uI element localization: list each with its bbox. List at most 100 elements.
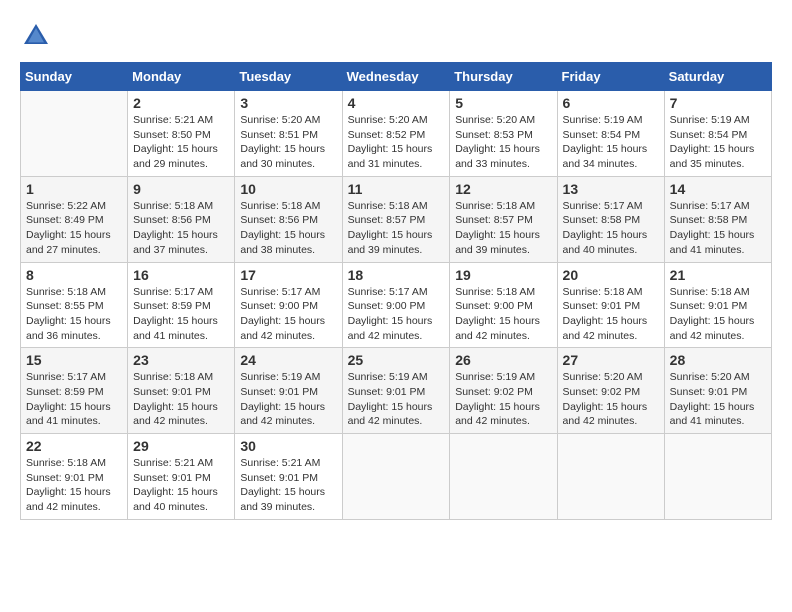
calendar-day-cell: 10 Sunrise: 5:18 AMSunset: 8:56 PMDayligh…	[235, 176, 342, 262]
day-info: Sunrise: 5:21 AMSunset: 8:50 PMDaylight:…	[133, 113, 229, 172]
day-info: Sunrise: 5:18 AMSunset: 9:01 PMDaylight:…	[26, 456, 122, 515]
day-number: 28	[670, 352, 766, 368]
day-number: 30	[240, 438, 336, 454]
calendar-day-cell: 19Sunrise: 5:18 AMSunset: 9:00 PMDayligh…	[450, 262, 557, 348]
day-number: 16	[133, 267, 229, 283]
calendar-day-cell: 30 Sunrise: 5:21 AMSunset: 9:01 PMDayligh…	[235, 434, 342, 520]
calendar-day-cell: 14 Sunrise: 5:17 AMSunset: 8:58 PMDayligh…	[664, 176, 771, 262]
calendar-week-row: 15 Sunrise: 5:17 AMSunset: 8:59 PMDayligh…	[21, 348, 772, 434]
calendar-day-cell	[21, 91, 128, 177]
calendar-day-cell: 17 Sunrise: 5:17 AMSunset: 9:00 PMDayligh…	[235, 262, 342, 348]
logo-icon	[20, 20, 52, 52]
day-info: Sunrise: 5:17 AMSunset: 8:58 PMDaylight:…	[670, 199, 766, 258]
day-number: 13	[563, 181, 659, 197]
day-info: Sunrise: 5:20 AMSunset: 8:51 PMDaylight:…	[240, 113, 336, 172]
day-info: Sunrise: 5:19 AMSunset: 8:54 PMDaylight:…	[670, 113, 766, 172]
day-number: 7	[670, 95, 766, 111]
calendar-day-cell: 16 Sunrise: 5:17 AMSunset: 8:59 PMDayligh…	[128, 262, 235, 348]
day-of-week-header: Monday	[128, 63, 235, 91]
day-number: 19	[455, 267, 551, 283]
day-info: Sunrise: 5:17 AMSunset: 8:59 PMDaylight:…	[133, 285, 229, 344]
calendar-week-row: 22 Sunrise: 5:18 AMSunset: 9:01 PMDayligh…	[21, 434, 772, 520]
day-info: Sunrise: 5:20 AMSunset: 8:53 PMDaylight:…	[455, 113, 551, 172]
day-info: Sunrise: 5:18 AMSunset: 8:57 PMDaylight:…	[455, 199, 551, 258]
day-number: 17	[240, 267, 336, 283]
day-of-week-header: Saturday	[664, 63, 771, 91]
page-header	[20, 20, 772, 52]
calendar-day-cell: 1Sunrise: 5:22 AMSunset: 8:49 PMDaylight…	[21, 176, 128, 262]
day-info: Sunrise: 5:18 AMSunset: 8:56 PMDaylight:…	[133, 199, 229, 258]
calendar-week-row: 1Sunrise: 5:22 AMSunset: 8:49 PMDaylight…	[21, 176, 772, 262]
calendar-day-cell: 26 Sunrise: 5:19 AMSunset: 9:02 PMDayligh…	[450, 348, 557, 434]
day-number: 18	[348, 267, 445, 283]
day-info: Sunrise: 5:19 AMSunset: 9:02 PMDaylight:…	[455, 370, 551, 429]
day-number: 21	[670, 267, 766, 283]
day-number: 23	[133, 352, 229, 368]
day-info: Sunrise: 5:21 AMSunset: 9:01 PMDaylight:…	[133, 456, 229, 515]
calendar-day-cell: 9 Sunrise: 5:18 AMSunset: 8:56 PMDaylight…	[128, 176, 235, 262]
day-number: 2	[133, 95, 229, 111]
day-of-week-header: Tuesday	[235, 63, 342, 91]
day-info: Sunrise: 5:18 AMSunset: 9:01 PMDaylight:…	[670, 285, 766, 344]
calendar-header-row: SundayMondayTuesdayWednesdayThursdayFrid…	[21, 63, 772, 91]
logo	[20, 20, 58, 52]
calendar-day-cell: 4 Sunrise: 5:20 AMSunset: 8:52 PMDaylight…	[342, 91, 450, 177]
calendar-day-cell: 12 Sunrise: 5:18 AMSunset: 8:57 PMDayligh…	[450, 176, 557, 262]
calendar-day-cell: 24 Sunrise: 5:19 AMSunset: 9:01 PMDayligh…	[235, 348, 342, 434]
day-info: Sunrise: 5:19 AMSunset: 9:01 PMDaylight:…	[348, 370, 445, 429]
day-number: 5	[455, 95, 551, 111]
calendar-day-cell	[342, 434, 450, 520]
calendar-day-cell: 23 Sunrise: 5:18 AMSunset: 9:01 PMDayligh…	[128, 348, 235, 434]
day-number: 11	[348, 181, 445, 197]
day-number: 3	[240, 95, 336, 111]
day-of-week-header: Friday	[557, 63, 664, 91]
calendar-day-cell: 25 Sunrise: 5:19 AMSunset: 9:01 PMDayligh…	[342, 348, 450, 434]
day-number: 8	[26, 267, 122, 283]
day-number: 12	[455, 181, 551, 197]
calendar-week-row: 2 Sunrise: 5:21 AMSunset: 8:50 PMDaylight…	[21, 91, 772, 177]
calendar-day-cell: 6Sunrise: 5:19 AMSunset: 8:54 PMDaylight…	[557, 91, 664, 177]
day-number: 25	[348, 352, 445, 368]
day-number: 24	[240, 352, 336, 368]
day-number: 10	[240, 181, 336, 197]
calendar-day-cell: 15 Sunrise: 5:17 AMSunset: 8:59 PMDayligh…	[21, 348, 128, 434]
day-info: Sunrise: 5:17 AMSunset: 8:59 PMDaylight:…	[26, 370, 122, 429]
calendar-day-cell: 22 Sunrise: 5:18 AMSunset: 9:01 PMDayligh…	[21, 434, 128, 520]
day-info: Sunrise: 5:20 AMSunset: 8:52 PMDaylight:…	[348, 113, 445, 172]
day-number: 26	[455, 352, 551, 368]
day-info: Sunrise: 5:18 AMSunset: 8:57 PMDaylight:…	[348, 199, 445, 258]
calendar-day-cell: 29Sunrise: 5:21 AMSunset: 9:01 PMDayligh…	[128, 434, 235, 520]
calendar-day-cell: 8Sunrise: 5:18 AMSunset: 8:55 PMDaylight…	[21, 262, 128, 348]
day-of-week-header: Wednesday	[342, 63, 450, 91]
calendar-day-cell: 27Sunrise: 5:20 AMSunset: 9:02 PMDayligh…	[557, 348, 664, 434]
day-info: Sunrise: 5:18 AMSunset: 8:56 PMDaylight:…	[240, 199, 336, 258]
day-info: Sunrise: 5:22 AMSunset: 8:49 PMDaylight:…	[26, 199, 122, 258]
day-info: Sunrise: 5:17 AMSunset: 9:00 PMDaylight:…	[240, 285, 336, 344]
day-number: 15	[26, 352, 122, 368]
day-info: Sunrise: 5:20 AMSunset: 9:02 PMDaylight:…	[563, 370, 659, 429]
day-info: Sunrise: 5:17 AMSunset: 8:58 PMDaylight:…	[563, 199, 659, 258]
day-info: Sunrise: 5:20 AMSunset: 9:01 PMDaylight:…	[670, 370, 766, 429]
calendar-day-cell: 13 Sunrise: 5:17 AMSunset: 8:58 PMDayligh…	[557, 176, 664, 262]
calendar-day-cell: 5 Sunrise: 5:20 AMSunset: 8:53 PMDaylight…	[450, 91, 557, 177]
calendar-day-cell: 3 Sunrise: 5:20 AMSunset: 8:51 PMDaylight…	[235, 91, 342, 177]
calendar-day-cell: 11 Sunrise: 5:18 AMSunset: 8:57 PMDayligh…	[342, 176, 450, 262]
day-info: Sunrise: 5:21 AMSunset: 9:01 PMDaylight:…	[240, 456, 336, 515]
day-info: Sunrise: 5:18 AMSunset: 9:01 PMDaylight:…	[133, 370, 229, 429]
day-of-week-header: Sunday	[21, 63, 128, 91]
day-info: Sunrise: 5:17 AMSunset: 9:00 PMDaylight:…	[348, 285, 445, 344]
day-number: 4	[348, 95, 445, 111]
calendar-day-cell: 20 Sunrise: 5:18 AMSunset: 9:01 PMDayligh…	[557, 262, 664, 348]
day-info: Sunrise: 5:19 AMSunset: 9:01 PMDaylight:…	[240, 370, 336, 429]
calendar-day-cell	[450, 434, 557, 520]
day-number: 22	[26, 438, 122, 454]
day-number: 14	[670, 181, 766, 197]
calendar-day-cell	[664, 434, 771, 520]
day-info: Sunrise: 5:18 AMSunset: 9:01 PMDaylight:…	[563, 285, 659, 344]
day-number: 20	[563, 267, 659, 283]
day-of-week-header: Thursday	[450, 63, 557, 91]
calendar-table: SundayMondayTuesdayWednesdayThursdayFrid…	[20, 62, 772, 520]
day-number: 9	[133, 181, 229, 197]
calendar-day-cell: 28 Sunrise: 5:20 AMSunset: 9:01 PMDayligh…	[664, 348, 771, 434]
calendar-day-cell: 2 Sunrise: 5:21 AMSunset: 8:50 PMDaylight…	[128, 91, 235, 177]
